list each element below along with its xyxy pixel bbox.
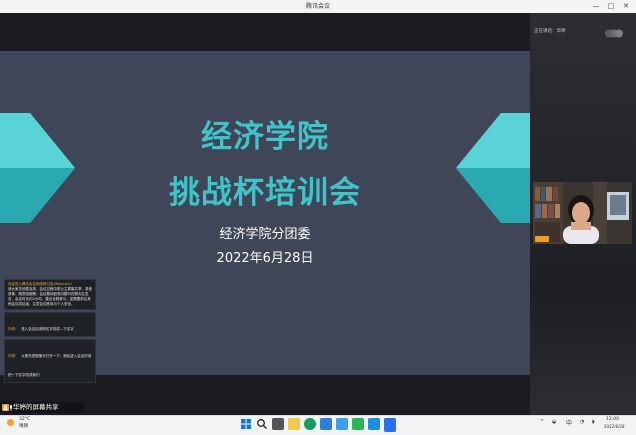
- clock-time[interactable]: 12:00: [606, 417, 619, 422]
- chat-sender: 华婷:: [8, 354, 17, 358]
- taskbar: [0, 415, 636, 435]
- chat-text: 进入会议后请把名字改成—下名字: [21, 327, 74, 331]
- search-icon[interactable]: [256, 418, 268, 430]
- tray-chevron-icon[interactable]: ^: [540, 419, 544, 425]
- ime-indicator[interactable]: 中: [566, 418, 572, 427]
- weather-temp[interactable]: 32°C: [19, 417, 30, 422]
- participant-video[interactable]: [533, 182, 632, 244]
- wechat-icon[interactable]: [352, 418, 364, 430]
- title-bar: 腾讯会议 — □ ✕: [0, 0, 636, 14]
- minimize-button[interactable]: —: [589, 0, 603, 13]
- video-feed-image: [533, 182, 632, 244]
- task-view-icon[interactable]: [272, 418, 284, 430]
- chat-message: 欢迎进入腾讯会议网络研讨会(Webinar)! 请大家关闭麦克风，会议过程中禁止…: [4, 279, 96, 310]
- file-explorer-icon[interactable]: [288, 418, 300, 430]
- slide-title-line2: 挑战杯培训会: [169, 175, 361, 211]
- chat-message: 华婷: 大家先把摄像头打开一下，稍后进入会议时请把一下名字改成我们: [4, 339, 96, 383]
- chat-sender: 华婷:: [8, 327, 17, 331]
- slide-title-line1: 经济学院: [201, 119, 329, 155]
- screen-share-indicator[interactable]: 华婷的屏幕共享: [0, 402, 84, 413]
- screen-top-strip: [0, 13, 530, 51]
- clock-date[interactable]: 2022/6/28: [604, 424, 625, 429]
- user-icon: [2, 404, 9, 411]
- chat-panel: 欢迎进入腾讯会议网络研讨会(Webinar)! 请大家关闭麦克风，会议过程中禁止…: [4, 279, 96, 385]
- network-icon[interactable]: ◒: [552, 419, 556, 425]
- chat-text: 请大家关闭麦克风，会议过程中禁止主屏幕共享、录音录像、随意吸烟等。会议期间如有问…: [8, 287, 92, 306]
- mail-icon[interactable]: [320, 418, 332, 430]
- wifi-icon[interactable]: ◔: [580, 419, 584, 425]
- chat-text: 大家先把摄像头打开一下，稍后进入会议时请把一下名字改成我们: [8, 354, 92, 377]
- speaking-indicator: 正在讲话：华婷: [534, 29, 566, 34]
- weather-sun-icon[interactable]: [6, 418, 15, 427]
- store-icon[interactable]: [336, 418, 348, 430]
- window-title: 腾讯会议: [305, 3, 330, 10]
- qq-icon[interactable]: [368, 418, 380, 430]
- slide-organizer: 经济学院分团委: [219, 227, 311, 242]
- windows-start-icon[interactable]: [240, 418, 252, 430]
- maximize-button[interactable]: □: [604, 0, 618, 13]
- edge-browser-icon[interactable]: [304, 418, 316, 430]
- screen-share-label: 华婷的屏幕共享: [13, 403, 59, 411]
- close-button[interactable]: ✕: [619, 0, 633, 13]
- slide-date: 2022年6月28日: [216, 251, 314, 266]
- participant-avatars-icon[interactable]: [604, 28, 624, 39]
- tencent-meeting-icon[interactable]: [384, 418, 396, 432]
- chat-message: 华婷: 进入会议后请把名字改成—下名字: [4, 312, 96, 337]
- weather-desc[interactable]: 晴朗: [19, 423, 28, 429]
- volume-icon[interactable]: ◗: [592, 419, 595, 425]
- mic-status-icon: [535, 236, 549, 242]
